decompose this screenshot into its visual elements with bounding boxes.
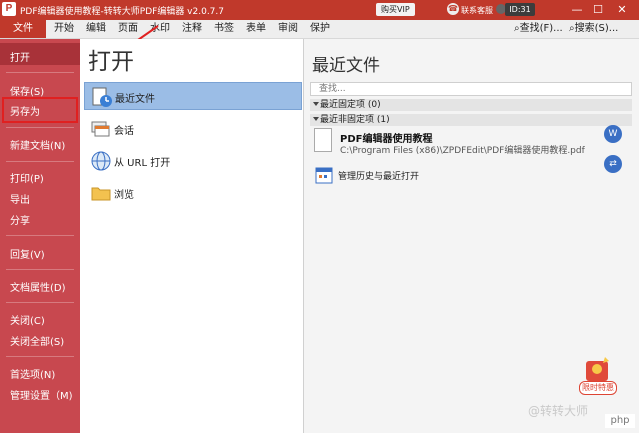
minimize-button[interactable]: —	[569, 2, 585, 18]
sidebar-item-manage-settings[interactable]: 管理设置（M)	[10, 387, 73, 402]
open-panel: 打开 最近文件 会话 从 URL 打开 浏览	[80, 39, 304, 433]
search-button[interactable]: ⌕搜索(S)...	[569, 21, 618, 37]
window-title: PDF编辑器使用教程-转转大师PDF编辑器 v2.0.7.7	[20, 7, 224, 17]
recent-files-label: 最近文件	[115, 94, 155, 105]
search-label: 搜索(S)...	[574, 23, 619, 34]
menu-watermark-tab[interactable]: 水印	[150, 20, 170, 38]
sidebar-item-print[interactable]: 打印(P)	[10, 170, 44, 185]
caret-down-icon	[313, 117, 319, 121]
menu-bar: 文件 开始 编辑 页面 水印 注释 书签 表单 审阅 保护 ⌕查找(F)... …	[0, 20, 639, 39]
customer-service-icon[interactable]: ☎	[447, 3, 459, 15]
open-option-session[interactable]: 会话	[84, 115, 302, 143]
sidebar-divider	[6, 127, 74, 128]
sidebar-item-new-document[interactable]: 新建文档(N)	[10, 137, 65, 152]
contact-service-link[interactable]: 联系客服	[461, 5, 493, 16]
red-envelope-icon	[586, 357, 609, 381]
watermark-text: @转转大师	[528, 404, 589, 418]
recent-file-path: C:\Program Files (x86)\ZPDFEdit\PDF编辑器使用…	[340, 146, 585, 156]
manage-history-button[interactable]: 管理历史与最近打开	[310, 163, 530, 187]
sidebar-item-preferences[interactable]: 首选项(N)	[10, 366, 55, 381]
close-window-button[interactable]: ✕	[614, 2, 630, 18]
convert-word-icon[interactable]: W	[604, 125, 622, 143]
sidebar-item-close[interactable]: 关闭(C)	[10, 312, 45, 327]
session-icon	[91, 121, 110, 137]
sidebar-item-document-properties[interactable]: 文档属性(D)	[10, 279, 66, 294]
app-logo-icon: P	[2, 2, 16, 16]
pinned-group-header[interactable]: 最近固定项 (0)	[310, 99, 632, 111]
menu-protect-tab[interactable]: 保护	[310, 20, 330, 38]
sidebar-item-export[interactable]: 导出	[10, 191, 30, 206]
sidebar-divider	[6, 72, 74, 73]
user-id-badge[interactable]: ID:31	[505, 3, 535, 16]
browse-label: 浏览	[114, 190, 134, 201]
title-bar: P PDF编辑器使用教程-转转大师PDF编辑器 v2.0.7.7 购买VIP ☎…	[0, 0, 639, 20]
buy-vip-button[interactable]: 购买VIP	[376, 3, 415, 16]
sidebar-divider	[6, 161, 74, 162]
pdf-file-icon	[314, 128, 332, 152]
open-option-from-url[interactable]: 从 URL 打开	[84, 147, 302, 175]
caret-down-icon	[313, 102, 319, 106]
recent-files-icon	[92, 87, 112, 107]
promo-widget[interactable]: 限时特惠	[577, 357, 617, 401]
open-option-browse[interactable]: 浏览	[84, 179, 302, 207]
unpinned-group-label: 最近非固定项 (1)	[320, 115, 390, 125]
menu-form-tab[interactable]: 表单	[246, 20, 266, 38]
limited-offer-badge: 限时特惠	[579, 381, 617, 395]
recent-search-input[interactable]	[310, 82, 632, 96]
calendar-history-icon	[315, 167, 333, 184]
recent-files-title: 最近文件	[312, 56, 380, 76]
php-logo: php	[605, 414, 635, 428]
pinned-group-label: 最近固定项 (0)	[320, 100, 381, 110]
menu-review-tab[interactable]: 审阅	[278, 20, 298, 38]
menu-bookmark-tab[interactable]: 书签	[214, 20, 234, 38]
sidebar-item-save[interactable]: 保存(S)	[10, 83, 44, 98]
open-panel-title: 打开	[88, 49, 134, 75]
sidebar-divider	[6, 269, 74, 270]
globe-icon	[91, 151, 111, 171]
menu-start-tab[interactable]: 开始	[54, 20, 74, 38]
sidebar-divider	[6, 302, 74, 303]
session-label: 会话	[114, 126, 134, 137]
find-button[interactable]: ⌕查找(F)...	[514, 21, 563, 37]
save-as-highlight-box	[2, 97, 78, 123]
menu-edit-tab[interactable]: 编辑	[86, 20, 106, 38]
manage-history-label: 管理历史与最近打开	[338, 172, 420, 182]
sidebar-item-revert[interactable]: 回复(V)	[10, 246, 45, 261]
find-label: 查找(F)...	[519, 23, 563, 34]
folder-icon	[91, 187, 111, 201]
sidebar-item-share[interactable]: 分享	[10, 212, 30, 227]
sidebar-divider	[6, 235, 74, 236]
menu-annotate-tab[interactable]: 注释	[182, 20, 202, 38]
from-url-label: 从 URL 打开	[114, 158, 171, 169]
menu-file-tab[interactable]: 文件	[0, 20, 46, 38]
sidebar-item-open[interactable]: 打开	[10, 49, 30, 64]
sidebar-divider	[6, 356, 74, 357]
maximize-button[interactable]: ☐	[590, 2, 606, 18]
sidebar-item-close-all[interactable]: 关闭全部(S)	[10, 333, 64, 348]
unpinned-group-header[interactable]: 最近非固定项 (1)	[310, 114, 632, 126]
file-sidebar: 打开 保存(S) 另存为 新建文档(N) 打印(P) 导出 分享 回复(V) 文…	[0, 39, 80, 433]
refresh-icon[interactable]: ⇄	[604, 155, 622, 173]
menu-page-tab[interactable]: 页面	[118, 20, 138, 38]
open-option-recent-files[interactable]: 最近文件	[84, 82, 302, 110]
